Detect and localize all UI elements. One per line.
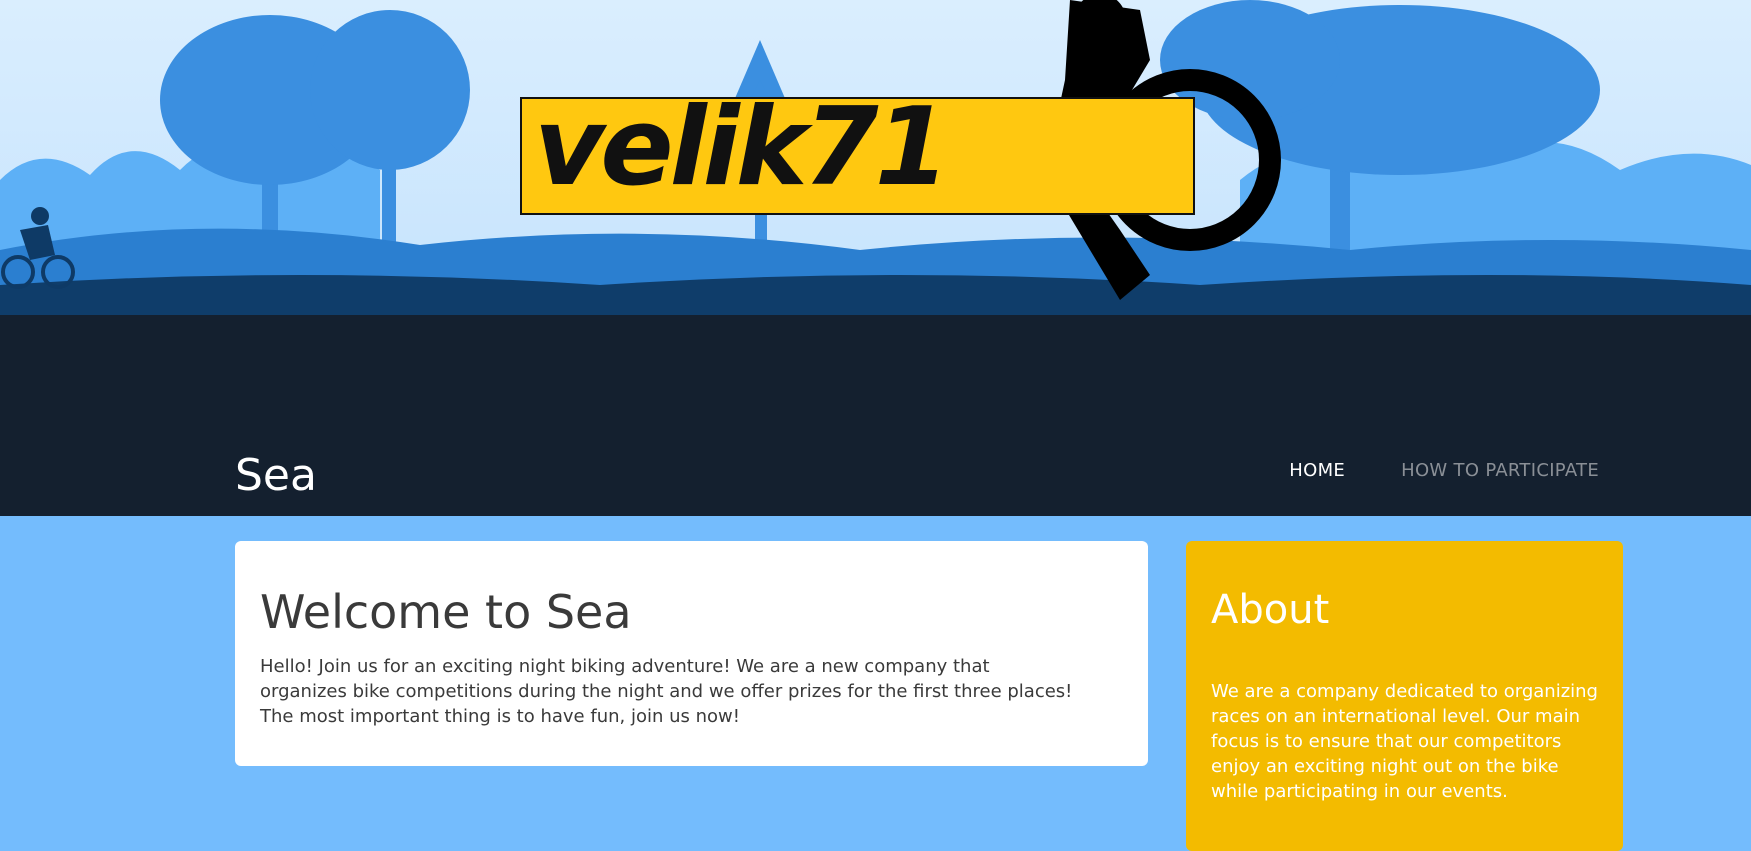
logo[interactable]: velik71 [520, 97, 1195, 215]
welcome-title: Welcome to Sea [260, 585, 632, 639]
about-title: About [1211, 587, 1330, 633]
nav-how-to-participate[interactable]: HOW TO PARTICIPATE [1401, 460, 1599, 481]
about-text: We are a company dedicated to organizing… [1211, 681, 1598, 802]
hero-banner: velik71 [0, 0, 1751, 516]
forest-illustration [0, 0, 1751, 340]
logo-text: velik71 [534, 97, 950, 210]
about-card: About We are a company dedicated to orga… [1186, 541, 1623, 851]
main-nav: HOME HOW TO PARTICIPATE [1289, 460, 1599, 481]
nav-home[interactable]: HOME [1289, 460, 1345, 481]
welcome-card: Welcome to Sea Hello! Join us for an exc… [235, 541, 1148, 766]
site-title[interactable]: Sea [235, 448, 317, 504]
welcome-text: Hello! Join us for an exciting night bik… [260, 656, 1073, 727]
